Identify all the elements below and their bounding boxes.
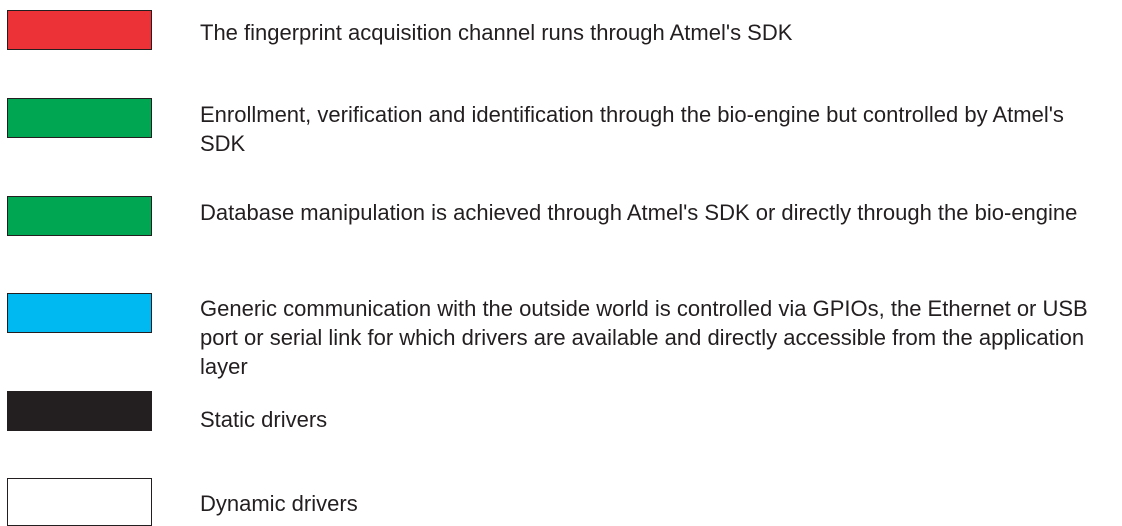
black-swatch (7, 391, 152, 431)
legend-label: Generic communication with the outside w… (200, 296, 1088, 379)
legend-label: Dynamic drivers (200, 491, 358, 516)
white-swatch (7, 478, 152, 526)
legend-label: Static drivers (200, 407, 328, 432)
cyan-swatch (7, 293, 152, 333)
legend-label: The fingerprint acquisition channel runs… (200, 20, 793, 45)
green-swatch (7, 98, 152, 138)
green-swatch (7, 196, 152, 236)
legend-label: Enrollment, verification and identificat… (200, 102, 1064, 156)
red-swatch (7, 10, 152, 50)
legend-label: Database manipulation is achieved throug… (200, 200, 1078, 225)
